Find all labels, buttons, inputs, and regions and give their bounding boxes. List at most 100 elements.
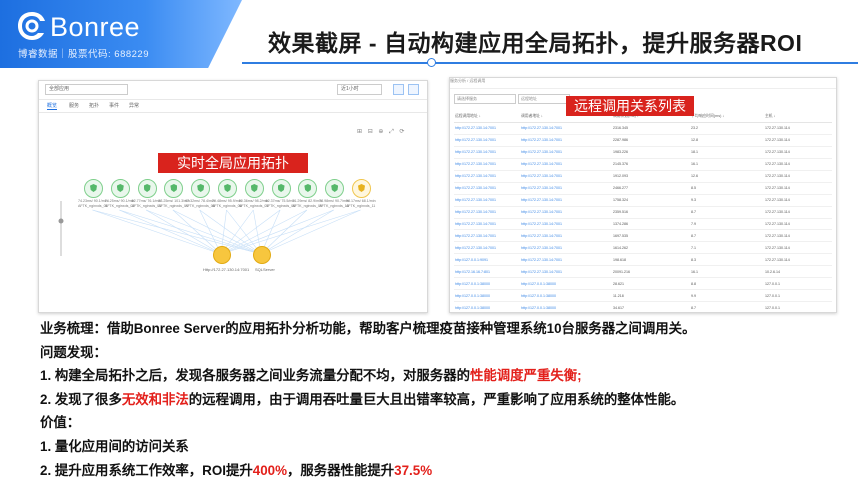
- table-cell: 172.27.130.114: [764, 194, 832, 207]
- breadcrumb: 服务分析 / 远程调用: [450, 78, 836, 89]
- logo-text: Bonree: [50, 12, 141, 42]
- table-cell[interactable]: http://172.27.130.14:7001: [454, 158, 520, 171]
- table-cell: 172.27.130.114: [764, 253, 832, 267]
- service-node-name: AFTK_nginxds_07: [238, 204, 269, 208]
- logo-subtitle: 博睿数据｜股票代码: 688229: [18, 49, 149, 60]
- table-cell[interactable]: http://172.27.130.14:7001: [520, 253, 612, 267]
- table-cell[interactable]: http://172.27.130.14:7001: [520, 122, 612, 135]
- table-cell: 16.1: [690, 265, 764, 279]
- table-cell[interactable]: http://172.27.130.14:7001: [520, 170, 612, 183]
- service-node[interactable]: [137, 179, 157, 198]
- table-cell[interactable]: http://127.0.0.1:38000: [454, 277, 520, 291]
- table-cell: 1614.262: [612, 241, 690, 255]
- http-db-node[interactable]: [213, 246, 231, 264]
- table-cell[interactable]: http://172.27.130.14:7001: [454, 218, 520, 231]
- table-row[interactable]: http://172.27.130.14:7001 http://172.27.1…: [454, 206, 832, 219]
- service-node-metric: 62.77ms/ 76.1/min: [131, 199, 162, 203]
- table-cell[interactable]: http://172.27.130.14:7001: [520, 206, 612, 219]
- table-row[interactable]: http://172.27.130.14:7001 http://172.27.1…: [454, 146, 832, 159]
- table-cell[interactable]: http://172.27.130.14:7001: [520, 218, 612, 231]
- table-cell[interactable]: http://172.27.130.14:7001: [454, 241, 520, 255]
- sqlserver-db-node[interactable]: [253, 246, 271, 264]
- table-row[interactable]: http://172.27.130.14:7001 http://172.27.1…: [454, 134, 832, 147]
- roi-value: 400%: [252, 462, 288, 478]
- table-row[interactable]: http://172.27.130.14:7001 http://172.27.1…: [454, 241, 832, 255]
- table-cell[interactable]: http://172.27.130.14:7001: [454, 170, 520, 183]
- table-row[interactable]: http://172.27.130.14:7001 http://172.27.1…: [454, 229, 832, 243]
- table-row[interactable]: http://172.27.130.14:7001 http://172.27.1…: [454, 170, 832, 183]
- table-row[interactable]: http://172.16.16.7:801 http://172.27.130.…: [454, 265, 832, 279]
- table-row[interactable]: http://127.0.0.1:9091 http://172.27.130.1…: [454, 253, 832, 267]
- table-cell: 7.9: [690, 218, 764, 231]
- table-cell[interactable]: http://172.27.130.14:7001: [520, 182, 612, 195]
- table-cell: 1983.226: [612, 146, 690, 159]
- column-header[interactable]: 平均响应时间(ms) ↓: [690, 111, 764, 123]
- table-cell[interactable]: http://172.27.130.14:7001: [520, 134, 612, 147]
- table-cell: 8.7: [690, 301, 764, 312]
- table-cell[interactable]: http://172.27.130.14:7001: [454, 146, 520, 159]
- table-cell: 172.27.130.114: [764, 241, 832, 255]
- service-node-name: AFTK_nginxds_05: [185, 204, 215, 208]
- table-row[interactable]: http://127.0.0.1:38000 http://127.0.0.1:3…: [454, 289, 832, 303]
- address-filter[interactable]: 远程地址: [518, 94, 570, 104]
- table-cell[interactable]: http://172.27.130.14:7001: [454, 194, 520, 207]
- service-node-metric: 62.37ms/ 75.5/min: [265, 199, 296, 203]
- service-node[interactable]: [271, 179, 291, 198]
- table-cell[interactable]: http://172.27.130.14:7001: [520, 265, 612, 279]
- service-filter[interactable]: 请选择服务: [454, 94, 516, 104]
- table-cell[interactable]: http://127.0.0.1:38000: [520, 289, 612, 303]
- topology-edge: [260, 209, 334, 255]
- table-row[interactable]: http://172.27.130.14:7001 http://172.27.1…: [454, 194, 832, 207]
- business-summary: 业务梳理：借助Bonree Server的应用拓扑分析功能，帮助客户梳理疫苗接种…: [40, 321, 696, 336]
- problem-2-text-b: 的远程调用，由于调用吞吐量巨大且出错率较高，严重影响了应用系统的整体性能。: [188, 391, 685, 407]
- service-node[interactable]: [218, 179, 237, 198]
- value-2: 2. 提升应用系统工作效率，ROI提升400%，服务器性能提升37.5%: [40, 459, 840, 483]
- column-header[interactable]: 主机 ↓: [764, 111, 832, 123]
- table-cell[interactable]: http://127.0.0.1:38000: [520, 277, 612, 291]
- table-cell[interactable]: http://172.16.16.7:801: [454, 265, 520, 279]
- table-cell[interactable]: http://127.0.0.1:9091: [454, 253, 520, 267]
- value-2-text-b: ，服务器性能提升: [287, 462, 395, 478]
- table-cell[interactable]: http://172.27.130.14:7001: [454, 206, 520, 219]
- service-node[interactable]: [110, 179, 130, 198]
- table-cell[interactable]: http://127.0.0.1:38000: [454, 289, 520, 303]
- topology-edge: [172, 209, 222, 255]
- table-cell[interactable]: http://127.0.0.1:38000: [454, 301, 520, 312]
- table-cell[interactable]: http://172.27.130.14:7001: [520, 194, 612, 207]
- table-cell[interactable]: http://172.27.130.14:7001: [520, 241, 612, 255]
- table-cell[interactable]: http://172.27.130.14:7001: [454, 122, 520, 135]
- table-cell[interactable]: http://172.27.130.14:7001: [520, 229, 612, 243]
- service-node[interactable]: [84, 179, 103, 198]
- title-underline-dot: [427, 58, 436, 67]
- table-cell: 172.27.130.114: [764, 182, 832, 195]
- table-cell: 9.3: [690, 194, 764, 207]
- table-row[interactable]: http://172.27.130.14:7001 http://172.27.1…: [454, 122, 832, 135]
- problem-1-text: 1. 构建全局拓扑之后，发现各服务器之间业务流量分配不均，对服务器的: [40, 368, 470, 384]
- table-row[interactable]: http://127.0.0.1:38000 http://127.0.0.1:3…: [454, 301, 832, 312]
- table-cell[interactable]: http://172.27.130.14:7001: [454, 182, 520, 195]
- value-2-text-a: 2. 提升应用系统工作效率，ROI提升: [40, 462, 253, 478]
- table-cell: 172.27.130.114: [764, 146, 832, 159]
- table-cell: 8.3: [690, 253, 764, 267]
- table-row[interactable]: http://172.27.130.14:7001 http://172.27.1…: [454, 158, 832, 171]
- table-cell: 2359.516: [612, 206, 690, 219]
- table-cell[interactable]: http://172.27.130.14:7001: [520, 158, 612, 171]
- table-cell[interactable]: http://172.27.130.14:7001: [520, 146, 612, 159]
- table-cell[interactable]: http://172.27.130.14:7001: [454, 134, 520, 147]
- table-row[interactable]: http://172.27.130.14:7001 http://172.27.1…: [454, 218, 832, 231]
- table-row[interactable]: http://172.27.130.14:7001 http://172.27.1…: [454, 182, 832, 195]
- service-node[interactable]: [244, 179, 264, 198]
- page-title: 效果截屏 - 自动构建应用全局拓扑，提升服务器ROI: [268, 30, 803, 56]
- table-cell[interactable]: http://127.0.0.1:38000: [520, 301, 612, 312]
- topology-label: 实时全局应用拓扑: [158, 153, 308, 173]
- service-node-metric: 74.25ms/ 90.1/min: [104, 199, 135, 203]
- table-cell: 23.2: [690, 122, 764, 135]
- table-cell[interactable]: http://172.27.130.14:7001: [454, 229, 520, 243]
- topology-edge: [119, 209, 222, 255]
- table-cell: 1697.535: [612, 229, 690, 243]
- column-header[interactable]: 远程调用地址 ↓: [454, 111, 520, 123]
- table-cell: 172.27.130.114: [764, 158, 832, 171]
- table-row[interactable]: http://127.0.0.1:38000 http://127.0.0.1:3…: [454, 277, 832, 291]
- service-node[interactable]: [352, 179, 371, 198]
- service-node-name: AFTK_nginxds_11: [346, 204, 376, 208]
